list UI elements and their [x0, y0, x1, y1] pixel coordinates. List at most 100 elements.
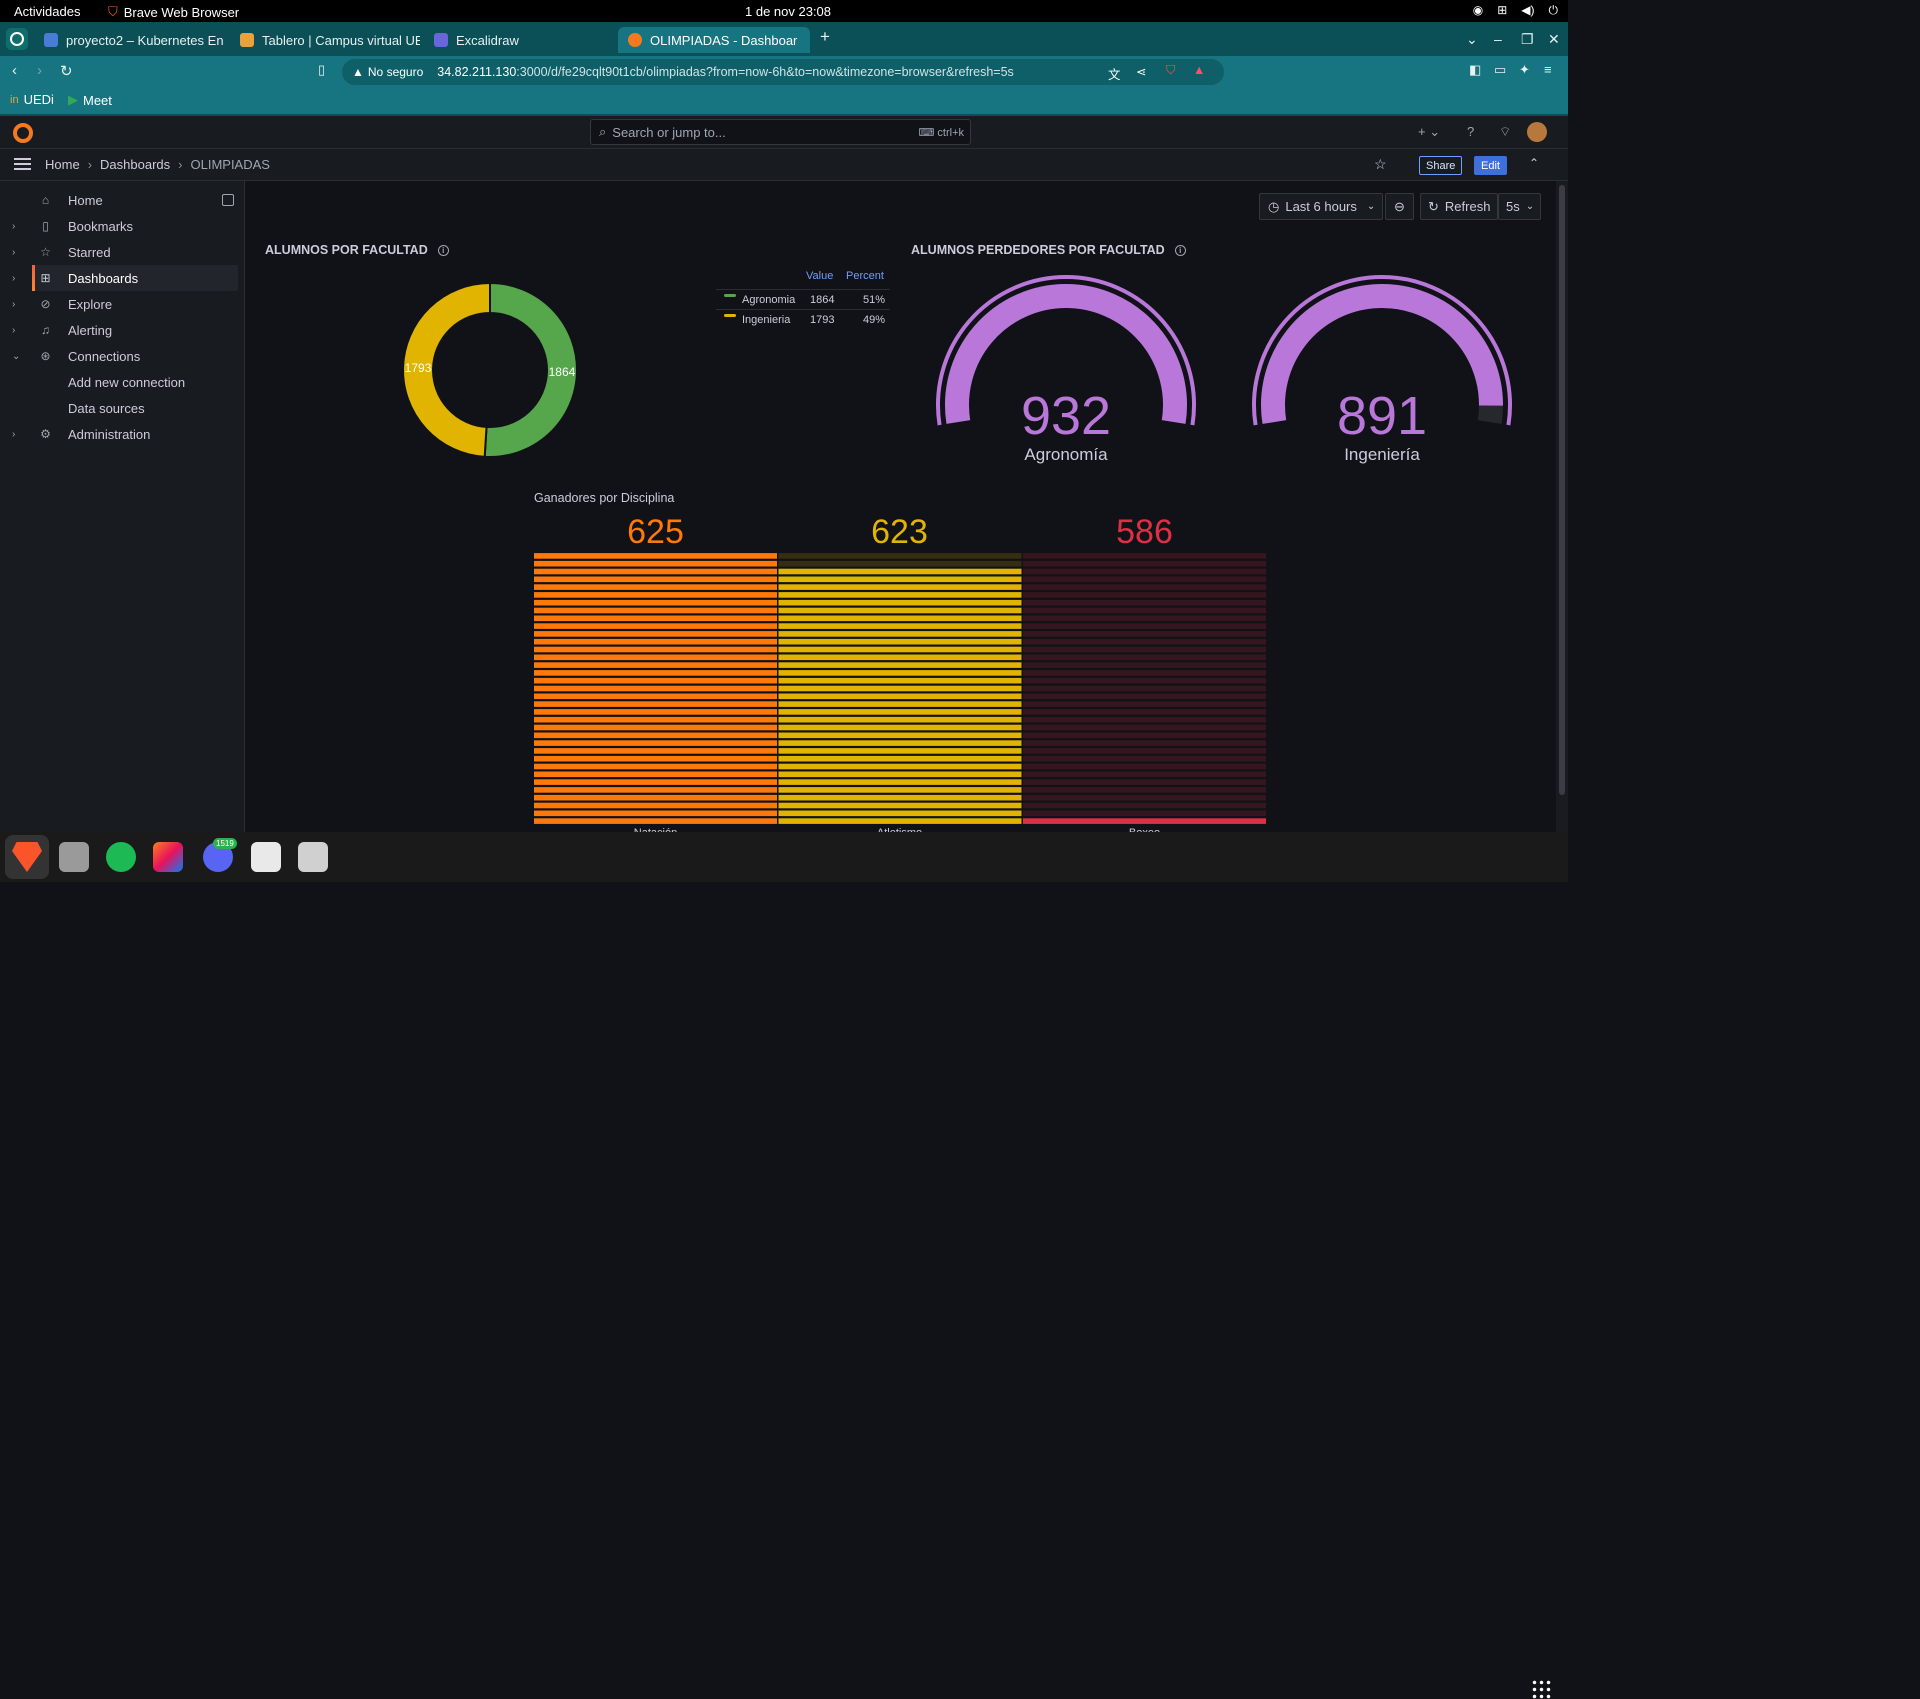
- text-editor-dock-icon[interactable]: [251, 842, 281, 872]
- sidebar-item-add-new-connection[interactable]: Add new connection: [0, 369, 245, 395]
- close-window-icon[interactable]: ✕: [1548, 31, 1560, 48]
- gauge-panel-title[interactable]: ALUMNOS PERDEDORES POR FACULTAD i: [911, 243, 1186, 257]
- expand-chevron-icon[interactable]: ›: [12, 221, 15, 232]
- bar-segment: [534, 794, 777, 801]
- bar-segment: [1023, 677, 1266, 684]
- maximize-icon[interactable]: ❐: [1521, 31, 1534, 48]
- pie-slice-label: 1864: [549, 365, 576, 379]
- bar-segment: [778, 638, 1022, 645]
- minimize-icon[interactable]: –: [1494, 31, 1502, 47]
- leo-ai-icon[interactable]: ✦: [1519, 62, 1530, 78]
- info-icon[interactable]: i: [1174, 244, 1186, 256]
- translate-icon[interactable]: 文: [1108, 64, 1121, 83]
- refresh-button[interactable]: ↻ Refresh: [1420, 193, 1498, 220]
- activities-button[interactable]: Actividades: [14, 4, 80, 19]
- sidebar-item-starred[interactable]: › ☆ Starred: [0, 239, 245, 265]
- tab-proyecto2[interactable]: proyecto2 – Kubernetes Eng: [34, 27, 224, 53]
- files-dock-icon[interactable]: [59, 842, 89, 872]
- collapse-icon[interactable]: ⌃: [1529, 156, 1539, 170]
- url-text[interactable]: 34.82.211.130:3000/d/fe29cqlt90t1cb/olim…: [437, 65, 1014, 79]
- news-rss-icon[interactable]: ⌔: [1499, 124, 1511, 140]
- reload-icon[interactable]: ↻: [60, 62, 73, 80]
- clock[interactable]: 1 de nov 23:08: [745, 4, 831, 19]
- edit-button[interactable]: Edit: [1474, 156, 1507, 175]
- bar-panel-title[interactable]: Ganadores por Disciplina: [534, 491, 674, 505]
- intellij-dock-icon[interactable]: [153, 842, 183, 872]
- legend-value-header[interactable]: Value: [806, 270, 833, 282]
- trash-dock-icon[interactable]: [298, 842, 328, 872]
- scrollbar-thumb[interactable]: [1559, 185, 1565, 795]
- sidebar-item-label: Starred: [68, 244, 111, 260]
- sidebar-item-label: Alerting: [68, 322, 113, 338]
- bar-segment: [1023, 716, 1266, 723]
- legend-percent: 49%: [863, 314, 886, 326]
- search-input[interactable]: ⌕ Search or jump to... ⌨ ctrl+k: [590, 119, 971, 145]
- bar-segment: [534, 638, 777, 645]
- menu-toggle-icon[interactable]: [14, 158, 31, 170]
- wallet-icon[interactable]: ▭: [1494, 62, 1506, 78]
- show-apps-icon[interactable]: [1531, 1679, 1551, 1699]
- app-menu[interactable]: ⛉ Brave Web Browser: [108, 4, 239, 20]
- info-icon[interactable]: i: [437, 244, 449, 256]
- apps-icon: ⊞: [40, 270, 51, 285]
- bar-segment: [778, 794, 1022, 801]
- system-tray[interactable]: ◉ ⊞ ◀) ⏻: [1473, 3, 1558, 18]
- sidebar-toggle-icon[interactable]: ◧: [1469, 62, 1481, 78]
- collapse-chevron-icon[interactable]: ⌄: [12, 351, 20, 362]
- bar-segment: [1023, 638, 1266, 645]
- share-button[interactable]: Share: [1419, 156, 1463, 175]
- pie-panel-title[interactable]: ALUMNOS POR FACULTAD i: [265, 243, 449, 257]
- breadcrumb-dashboards[interactable]: Dashboards: [100, 157, 170, 172]
- expand-chevron-icon[interactable]: ›: [12, 299, 15, 310]
- address-bar[interactable]: ▲ No seguro 34.82.211.130:3000/d/fe29cqlt…: [342, 59, 1224, 85]
- share-icon[interactable]: ⋖: [1136, 64, 1146, 79]
- bookmark-meet[interactable]: ▶ Meet: [68, 92, 112, 108]
- brave-shields-icon[interactable]: ⛉: [1166, 63, 1175, 78]
- bookmark-page-icon[interactable]: ▯: [318, 62, 325, 78]
- sidebar-item-dashboards[interactable]: ⊞ Dashboards: [32, 265, 238, 291]
- sidebar-item-home[interactable]: ⌂ Home: [0, 187, 245, 213]
- sidebar-item-bookmarks[interactable]: › ▯ Bookmarks: [0, 213, 245, 239]
- tab-excalidraw[interactable]: Excalidraw: [424, 27, 614, 53]
- spotify-dock-icon[interactable]: [106, 842, 136, 872]
- forward-icon[interactable]: ›: [37, 62, 42, 79]
- legend-row[interactable]: Agronomia 1864 51%: [716, 289, 890, 309]
- tab-olimpiadas[interactable]: OLIMPIADAS - Dashboar✕: [618, 27, 810, 53]
- expand-chevron-icon[interactable]: ›: [12, 325, 15, 336]
- grafana-logo-icon[interactable]: [13, 123, 33, 143]
- bar-segment: [778, 724, 1022, 731]
- security-indicator[interactable]: ▲ No seguro: [352, 65, 423, 79]
- url-host: 34.82.211.130: [437, 65, 517, 79]
- refresh-interval-picker[interactable]: 5s ⌄: [1498, 193, 1541, 220]
- sidebar-item-alerting[interactable]: › ♫ Alerting: [0, 317, 245, 343]
- expand-chevron-icon[interactable]: ›: [12, 429, 15, 440]
- breadcrumb-home[interactable]: Home: [45, 157, 80, 172]
- menu-icon[interactable]: ≡: [1544, 62, 1552, 77]
- bar-segment: [534, 654, 777, 661]
- bar-segment: [1023, 615, 1266, 622]
- avatar[interactable]: [1527, 122, 1547, 142]
- add-menu-icon[interactable]: + ⌄: [1418, 124, 1440, 140]
- whatsapp-pinned-tab[interactable]: [6, 28, 28, 50]
- bar-segment: [534, 584, 777, 590]
- bar-segment: [1023, 763, 1266, 770]
- time-range-picker[interactable]: ◷ Last 6 hours ⌄: [1259, 193, 1383, 220]
- tab-campus-virtual[interactable]: Tablero | Campus virtual UE: [230, 27, 420, 53]
- new-tab-button[interactable]: +: [820, 27, 830, 47]
- legend-percent-header[interactable]: Percent: [846, 270, 884, 282]
- sidebar-item-connections[interactable]: ⌄ ⊛ Connections: [0, 343, 245, 369]
- sidebar-item-data-sources[interactable]: Data sources: [0, 395, 245, 421]
- help-icon[interactable]: ?: [1467, 124, 1474, 139]
- scrollbar[interactable]: [1556, 181, 1568, 832]
- expand-chevron-icon[interactable]: ›: [12, 247, 15, 258]
- sidebar-item-explore[interactable]: › ⊘ Explore: [0, 291, 245, 317]
- tab-search-icon[interactable]: ⌄: [1466, 31, 1478, 48]
- zoom-out-button[interactable]: ⊖: [1385, 193, 1414, 220]
- bookmark-uedi[interactable]: in UEDi: [10, 92, 54, 107]
- sidebar-item-administration[interactable]: › ⚙ Administration: [0, 421, 245, 447]
- back-icon[interactable]: ‹: [12, 62, 17, 79]
- legend-row[interactable]: Ingenieria 1793 49%: [716, 309, 890, 329]
- expand-chevron-icon[interactable]: ›: [12, 273, 15, 284]
- brave-rewards-icon[interactable]: ▲: [1193, 63, 1205, 77]
- mark-favorite-icon[interactable]: ☆: [1374, 156, 1387, 173]
